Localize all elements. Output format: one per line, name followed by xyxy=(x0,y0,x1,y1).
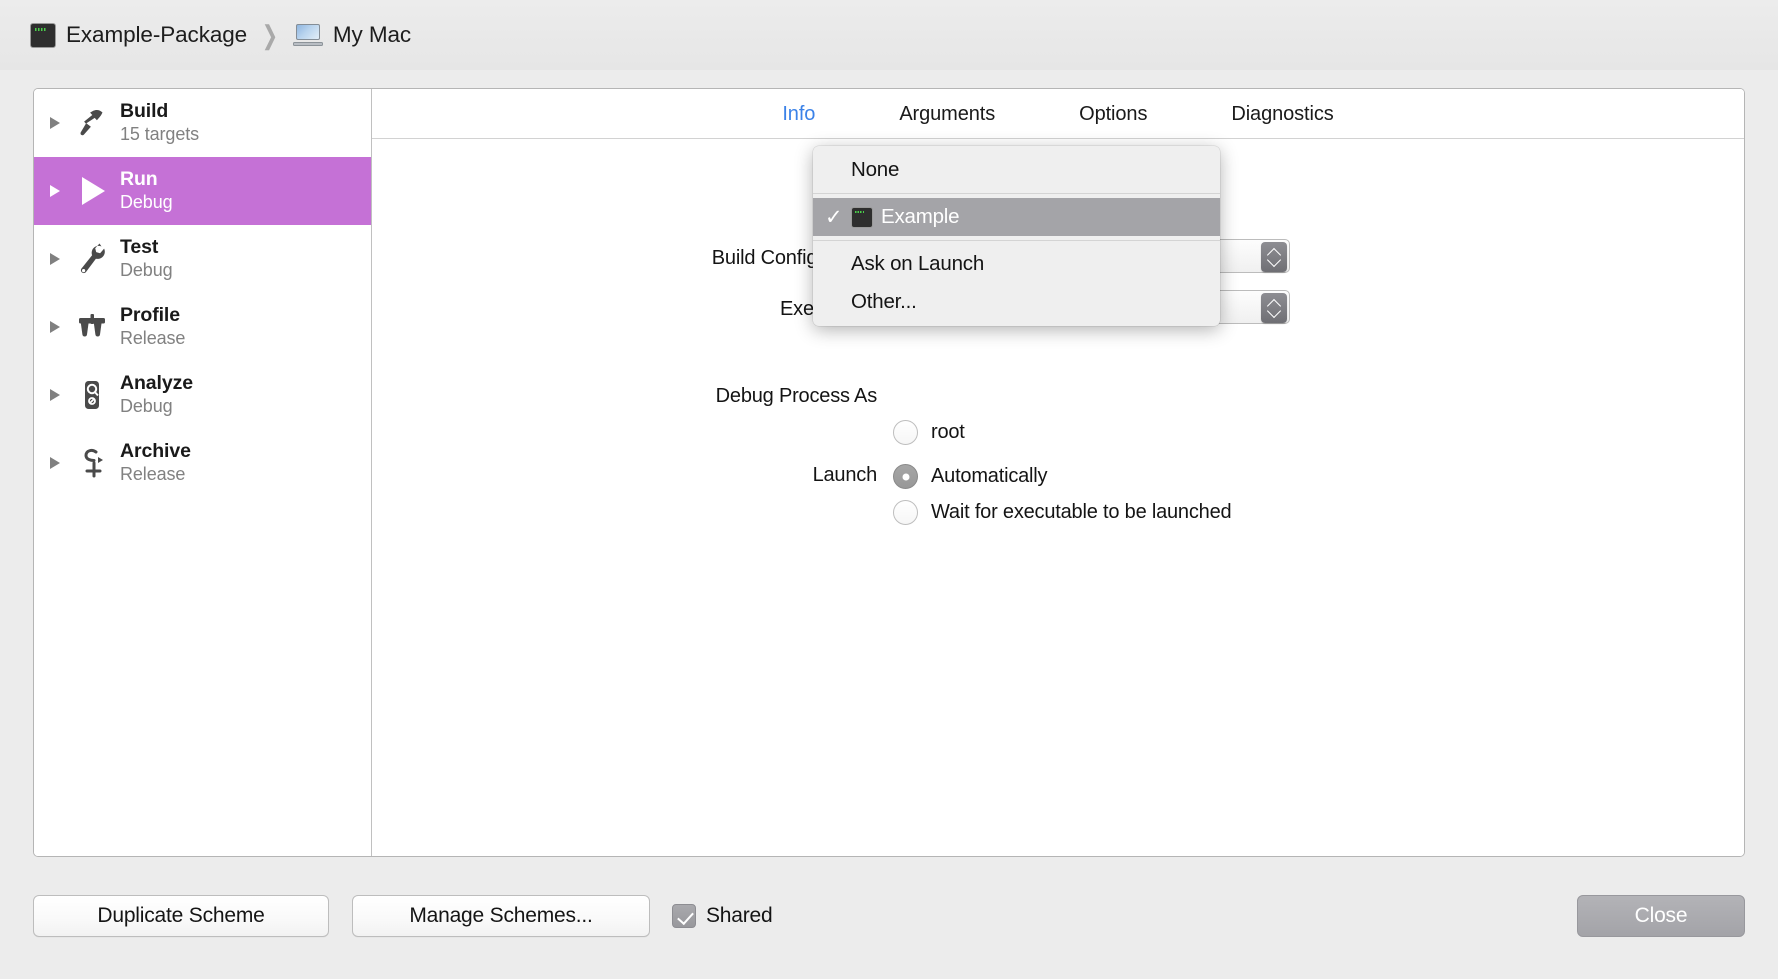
breadcrumb-project-label: Example-Package xyxy=(66,22,248,47)
close-button[interactable]: Close xyxy=(1577,895,1745,937)
sidebar-item-subtitle: Release xyxy=(120,327,186,348)
menu-separator xyxy=(813,236,1220,245)
manage-schemes-label: Manage Schemes... xyxy=(409,904,593,927)
disclosure-triangle-icon[interactable] xyxy=(50,117,60,129)
menu-item-other[interactable]: Other... xyxy=(813,283,1220,321)
sidebar-item-subtitle: Debug xyxy=(120,259,173,280)
menu-item-label: Ask on Launch xyxy=(851,252,985,275)
breadcrumb-bar: Example-Package ❯ My Mac xyxy=(0,0,1778,70)
executable-row: Executable xyxy=(372,298,877,321)
debug-process-as-row: Debug Process As xyxy=(372,385,878,408)
tab-info[interactable]: Info xyxy=(740,90,857,138)
duplicate-scheme-button[interactable]: Duplicate Scheme xyxy=(33,895,329,937)
chevron-up-down-icon xyxy=(1261,293,1287,323)
calipers-icon xyxy=(72,307,112,347)
debug-process-as-option-root[interactable]: root xyxy=(893,420,965,445)
breadcrumb-item-destination[interactable]: My Mac xyxy=(292,22,412,48)
menu-item-label: Other... xyxy=(851,290,917,313)
disclosure-triangle-icon[interactable] xyxy=(50,389,60,401)
manage-schemes-button[interactable]: Manage Schemes... xyxy=(352,895,650,937)
radio-button-root[interactable] xyxy=(893,420,918,445)
menu-item-label: None xyxy=(851,158,900,181)
menu-item-none[interactable]: None xyxy=(813,151,1220,189)
checkmark-icon: ✓ xyxy=(825,205,843,229)
sidebar-item-profile[interactable]: Profile Release xyxy=(34,293,371,361)
sidebar-item-subtitle: Debug xyxy=(120,395,173,416)
radio-button-wait-for-executable[interactable] xyxy=(893,500,918,525)
disclosure-triangle-icon[interactable] xyxy=(50,253,60,265)
radio-button-automatically[interactable] xyxy=(893,464,918,489)
sidebar-item-title: Run xyxy=(120,168,158,191)
chevron-up-down-icon xyxy=(1261,242,1287,272)
launch-option-wait-for-executable[interactable]: Wait for executable to be launched xyxy=(893,500,1232,525)
radio-label-automatically: Automatically xyxy=(931,465,1048,487)
sidebar-item-run[interactable]: Run Debug xyxy=(34,157,371,225)
terminal-icon xyxy=(851,206,873,228)
sidebar-item-subtitle: 15 targets xyxy=(120,123,200,144)
close-label: Close xyxy=(1634,904,1688,927)
shared-checkbox[interactable] xyxy=(672,904,696,928)
play-icon xyxy=(72,171,112,211)
disclosure-triangle-icon[interactable] xyxy=(50,321,60,333)
scheme-action-list: Build 15 targets Run Debug Test Debug Pr… xyxy=(34,89,372,856)
sidebar-item-build[interactable]: Build 15 targets xyxy=(34,89,371,157)
sidebar-item-test[interactable]: Test Debug xyxy=(34,225,371,293)
launch-label: Launch xyxy=(812,464,878,486)
sidebar-item-analyze[interactable]: Analyze Debug xyxy=(34,361,371,429)
sidebar-item-title: Analyze xyxy=(120,372,193,395)
disclosure-triangle-icon[interactable] xyxy=(50,457,60,469)
debug-process-as-label: Debug Process As xyxy=(715,385,878,407)
menu-separator xyxy=(813,189,1220,198)
breadcrumb-destination-label: My Mac xyxy=(332,22,412,47)
radio-label-root: root xyxy=(931,421,965,443)
sidebar-item-title: Test xyxy=(120,236,159,259)
dialog-button-bar: Duplicate Scheme Manage Schemes... Share… xyxy=(0,870,1778,979)
duplicate-scheme-label: Duplicate Scheme xyxy=(97,904,265,927)
shared-checkbox-group[interactable]: Shared xyxy=(672,904,773,928)
terminal-icon xyxy=(30,22,56,48)
disclosure-triangle-icon[interactable] xyxy=(50,185,60,197)
tab-options[interactable]: Options xyxy=(1037,90,1189,138)
wrench-icon xyxy=(72,239,112,279)
detail-tab-bar: Info Arguments Options Diagnostics xyxy=(372,89,1744,139)
menu-item-ask-on-launch[interactable]: Ask on Launch xyxy=(813,245,1220,283)
shared-label: Shared xyxy=(706,904,773,927)
tab-diagnostics[interactable]: Diagnostics xyxy=(1189,90,1375,138)
magnifier-icon xyxy=(72,375,112,415)
menu-item-example[interactable]: ✓ Example xyxy=(813,198,1220,236)
sidebar-item-subtitle: Debug xyxy=(120,191,173,212)
sidebar-item-archive[interactable]: Archive Release xyxy=(34,429,371,497)
tab-arguments[interactable]: Arguments xyxy=(857,90,1037,138)
build-configuration-row: Build Configuration xyxy=(372,247,877,270)
executable-dropdown-menu[interactable]: None ✓ Example Ask on Launch Other... xyxy=(813,146,1220,326)
sidebar-item-title: Profile xyxy=(120,304,180,327)
sidebar-item-subtitle: Release xyxy=(120,463,186,484)
archive-icon xyxy=(72,443,112,483)
sidebar-item-title: Build xyxy=(120,100,169,123)
launch-row: Launch xyxy=(372,464,878,487)
hammer-icon xyxy=(72,103,112,143)
laptop-icon xyxy=(292,24,323,46)
breadcrumb-separator-icon: ❯ xyxy=(261,20,279,50)
breadcrumb-item-project[interactable]: Example-Package xyxy=(30,22,247,48)
menu-item-label: Example xyxy=(881,205,960,228)
sidebar-item-title: Archive xyxy=(120,440,191,463)
launch-option-automatically[interactable]: Automatically xyxy=(893,464,1048,489)
radio-label-wait-for-executable: Wait for executable to be launched xyxy=(931,501,1232,523)
